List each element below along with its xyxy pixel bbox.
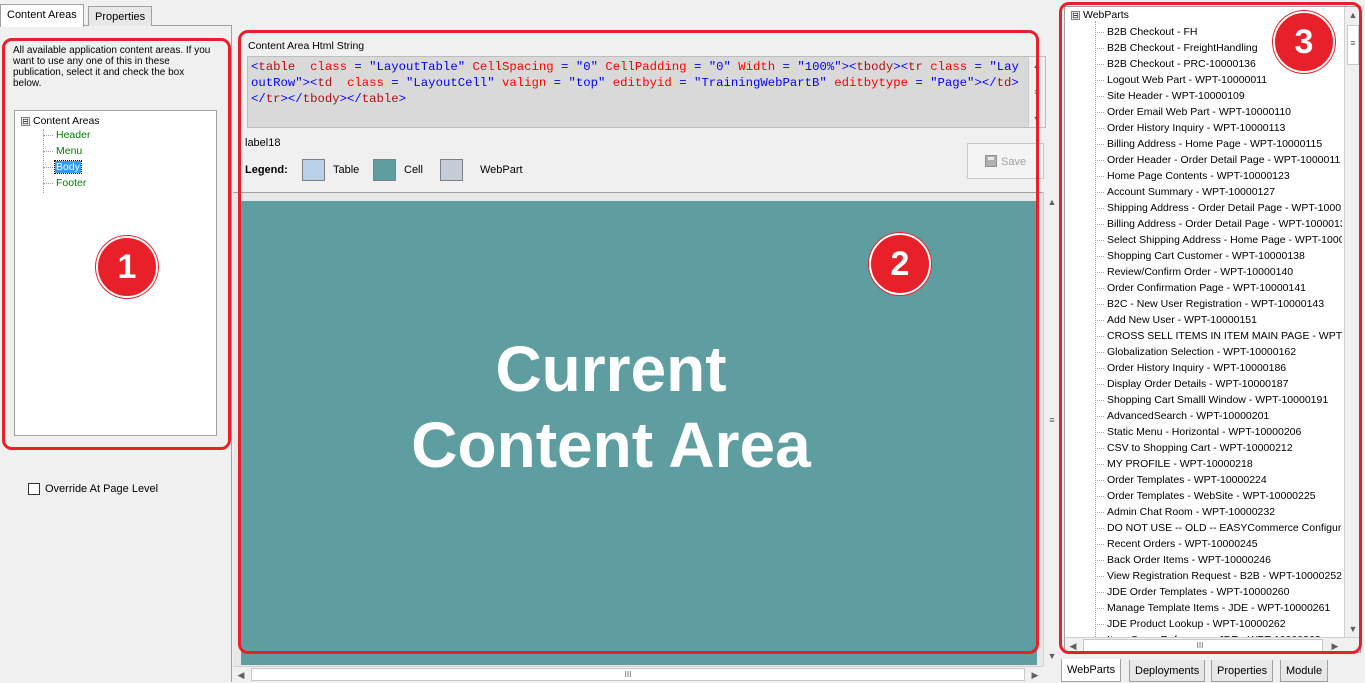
canvas-horizontal-scrollbar[interactable]: ◀ III ▶ [233, 666, 1043, 682]
override-checkbox[interactable] [28, 483, 40, 496]
canvas-vertical-scrollbar[interactable]: ▲ ≡ ▼ [1043, 192, 1060, 666]
tab-properties-right[interactable]: Properties [1211, 660, 1274, 682]
scroll-left-icon[interactable]: ◀ [233, 667, 249, 683]
tab-webparts[interactable]: WebParts [1061, 659, 1122, 682]
right-tab-strip: WebParts Deployments Properties Module [1061, 659, 1365, 682]
left-tab-strip: Content Areas Properties [0, 4, 232, 28]
callout-badge-1: 1 [96, 236, 158, 298]
callout-badge-2: 2 [869, 233, 931, 295]
scroll-down-icon[interactable]: ▼ [1044, 648, 1060, 664]
scroll-up-icon[interactable]: ▲ [1044, 194, 1060, 210]
tab-content-areas[interactable]: Content Areas [0, 4, 84, 27]
tab-properties[interactable]: Properties [88, 6, 153, 28]
scroll-grip-icon[interactable]: III [613, 667, 643, 683]
highlight-region-2 [238, 30, 1039, 654]
override-at-page-level[interactable]: Override At Page Level [28, 483, 159, 496]
highlight-region-3 [1059, 2, 1362, 654]
tab-module[interactable]: Module [1280, 660, 1329, 682]
scroll-right-icon[interactable]: ▶ [1027, 667, 1043, 683]
callout-badge-3: 3 [1273, 11, 1335, 73]
override-label: Override At Page Level [45, 483, 159, 495]
tab-deployments[interactable]: Deployments [1129, 660, 1206, 682]
scroll-grip-icon[interactable]: ≡ [1044, 412, 1060, 428]
